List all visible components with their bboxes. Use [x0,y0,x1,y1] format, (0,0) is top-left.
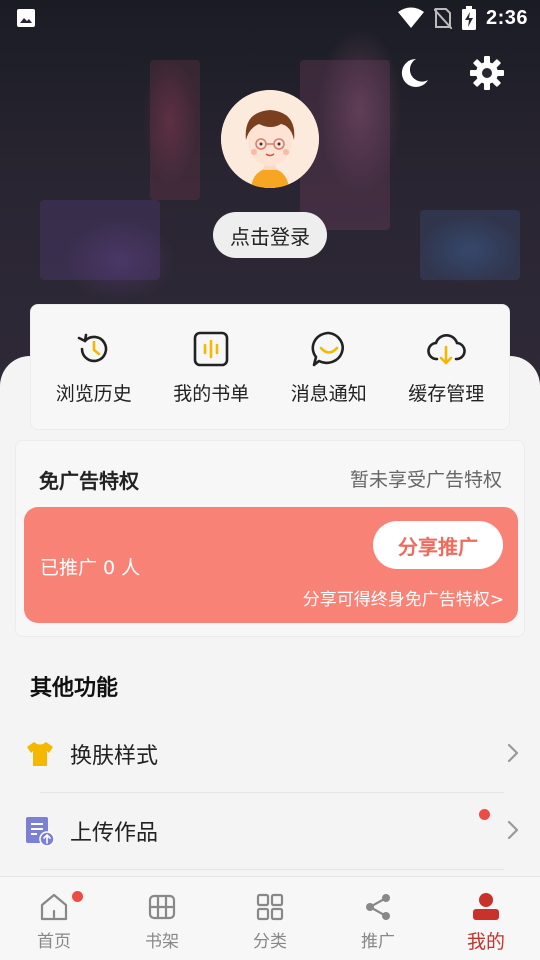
quick-action-messages[interactable]: 消息通知 [274,329,384,406]
status-bar: 2:36 [0,0,540,36]
cloud-download-icon [427,333,467,364]
wifi-icon [397,7,424,28]
notification-badge [72,891,83,902]
quick-action-booklist[interactable]: 我的书单 [156,329,266,406]
nav-label: 书架 [145,932,179,952]
gear-icon[interactable] [468,54,506,92]
quick-actions-card: 浏览历史 我的书单 消息通知 缓存管理 [30,304,510,430]
nav-home[interactable]: 首页 [0,877,108,960]
quick-action-label: 消息通知 [290,382,367,405]
ad-free-card: 免广告特权 暂未享受广告特权 已推广 0 人 分享推广 分享可得终身免广告特权> [15,440,525,637]
nav-promote[interactable]: 推广 [324,877,432,960]
nav-label: 推广 [361,932,395,952]
message-icon [311,331,344,366]
avatar[interactable] [221,90,319,188]
quick-action-label: 浏览历史 [55,382,132,405]
tshirt-icon [27,742,53,766]
nav-mine[interactable]: 我的 [432,877,540,960]
promo-banner: 已推广 0 人 分享推广 分享可得终身免广告特权> [24,507,518,623]
nav-label: 首页 [37,932,71,952]
nav-category[interactable]: 分类 [216,877,324,960]
function-row-upload[interactable]: 上传作品 [0,795,540,867]
bookshelf-icon [148,894,176,920]
status-time: 2:36 [485,6,528,29]
bottom-navigation: 首页 书架 分类 推广 我的 [0,876,540,960]
share-promo-button[interactable]: 分享推广 [373,521,503,569]
battery-charging-icon [461,6,476,30]
gallery-icon [17,9,35,27]
moon-icon[interactable] [394,54,432,92]
ad-free-title: 免广告特权 [39,469,139,493]
share-icon [366,894,390,920]
avatar-illustration [221,90,319,188]
other-functions-title: 其他功能 [30,676,119,701]
login-button[interactable]: 点击登录 [213,212,327,258]
home-icon [40,893,68,921]
no-sim-icon [433,8,452,29]
quick-action-history[interactable]: 浏览历史 [39,329,149,406]
quick-action-label: 我的书单 [173,382,250,405]
ad-free-status: 暂未享受广告特权 [349,469,502,491]
divider [40,792,504,793]
nav-label: 分类 [253,932,287,952]
quick-action-label: 缓存管理 [408,382,485,405]
function-label: 上传作品 [70,821,159,846]
chevron-right-icon [507,820,519,840]
person-icon [473,893,499,920]
notification-badge [479,809,490,820]
promoted-count: 已推广 0 人 [40,557,141,579]
chevron-right-icon [507,743,519,763]
category-icon [256,893,284,921]
function-row-skin[interactable]: 换肤样式 [0,718,540,790]
share-hint-link[interactable]: 分享可得终身免广告特权> [303,585,504,610]
nav-label: 我的 [466,931,505,953]
nav-bookshelf[interactable]: 书架 [108,877,216,960]
divider [40,869,504,870]
history-icon [77,333,107,362]
quick-action-cache[interactable]: 缓存管理 [391,329,501,406]
function-label: 换肤样式 [70,744,159,769]
upload-doc-icon [26,817,55,847]
booklist-icon [193,331,229,366]
